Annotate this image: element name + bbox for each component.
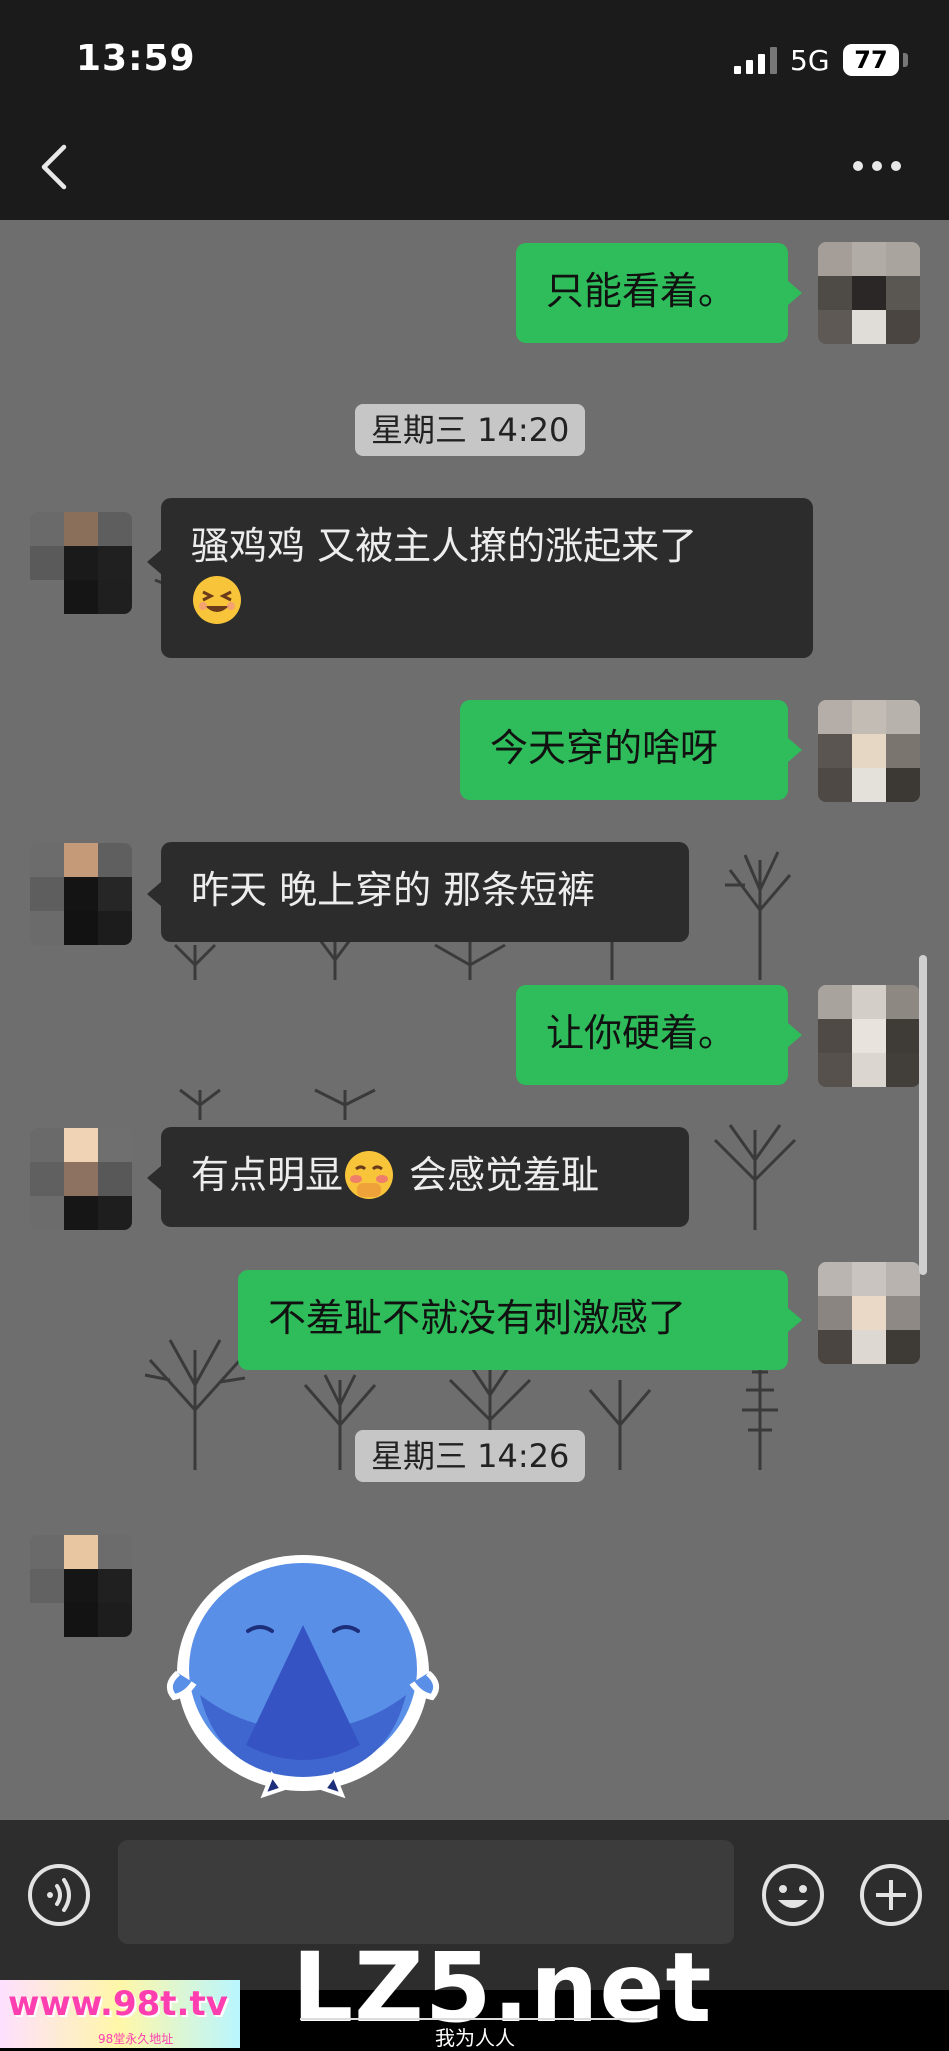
status-bar: 13:59 5G 77 bbox=[0, 0, 949, 110]
blue-round-character-sticker[interactable] bbox=[160, 1545, 446, 1805]
message-text: 骚鸡鸡 又被主人撩的涨起来了 bbox=[191, 524, 698, 568]
bubble-tail bbox=[788, 281, 802, 305]
chat-area[interactable]: 只能看着。 星期三 14:20 骚鸡鸡 又被主人撩的涨起来了 今天穿的啥呀 昨天… bbox=[0, 220, 949, 1820]
contact-avatar[interactable] bbox=[30, 843, 132, 945]
smiley-icon[interactable] bbox=[760, 1862, 826, 1928]
plus-icon[interactable] bbox=[858, 1862, 924, 1928]
bubble-tail bbox=[788, 1308, 802, 1332]
bubble-tail bbox=[147, 882, 161, 906]
message-text-after: 会感觉羞耻 bbox=[409, 1153, 600, 1197]
bubble-tail bbox=[788, 738, 802, 762]
message-text: 有点明显 bbox=[191, 1153, 344, 1197]
watermark-left-subtext: 98堂永久地址 bbox=[98, 2032, 174, 2046]
voice-icon[interactable] bbox=[26, 1862, 92, 1928]
watermark-sub: 我为人人 bbox=[300, 2018, 650, 2051]
bubble-tail bbox=[147, 550, 161, 574]
chevron-left-icon[interactable] bbox=[36, 142, 76, 192]
watermark-left-text: www.98t.tv bbox=[8, 1984, 228, 2024]
message-text: 今天穿的啥呀 bbox=[490, 726, 719, 770]
message-text: 昨天 晚上穿的 那条短裤 bbox=[191, 868, 596, 912]
grinning-squint-face-icon bbox=[193, 575, 241, 624]
message-bubble-outgoing[interactable]: 让你硬着。 bbox=[516, 985, 788, 1085]
message-text: 让你硬着。 bbox=[546, 1011, 737, 1055]
message-input[interactable] bbox=[118, 1840, 734, 1944]
contact-avatar[interactable] bbox=[30, 1128, 132, 1230]
signal-icon bbox=[734, 46, 777, 74]
shy-face-icon bbox=[345, 1150, 394, 1199]
contact-avatar[interactable] bbox=[30, 1535, 132, 1637]
more-dots-icon[interactable] bbox=[852, 160, 902, 172]
status-time: 13:59 bbox=[76, 38, 196, 79]
timestamp: 星期三 14:26 bbox=[355, 1430, 586, 1482]
message-text: 不羞耻不就没有刺激感了 bbox=[268, 1296, 687, 1340]
watermark-left: www.98t.tv 98堂永久地址 bbox=[0, 1980, 240, 2048]
message-bubble-outgoing[interactable]: 不羞耻不就没有刺激感了 bbox=[238, 1270, 788, 1370]
bubble-tail bbox=[788, 1023, 802, 1047]
bubble-tail bbox=[147, 1166, 161, 1190]
network-type: 5G bbox=[790, 44, 830, 77]
message-bubble-incoming[interactable]: 骚鸡鸡 又被主人撩的涨起来了 bbox=[161, 498, 813, 658]
my-avatar[interactable] bbox=[818, 242, 920, 344]
battery-tip bbox=[903, 53, 908, 67]
my-avatar[interactable] bbox=[818, 985, 920, 1087]
message-bubble-incoming[interactable]: 有点明显 会感觉羞耻 bbox=[161, 1127, 689, 1227]
message-text: 只能看着。 bbox=[546, 269, 737, 313]
battery-icon: 77 bbox=[843, 44, 899, 76]
message-bubble-incoming[interactable]: 昨天 晚上穿的 那条短裤 bbox=[161, 842, 689, 942]
scrollbar[interactable] bbox=[919, 955, 927, 1275]
chat-background-trees bbox=[144, 554, 797, 1470]
chat-header bbox=[0, 110, 949, 220]
contact-avatar[interactable] bbox=[30, 512, 132, 614]
timestamp: 星期三 14:20 bbox=[355, 404, 586, 456]
message-bubble-outgoing[interactable]: 今天穿的啥呀 bbox=[460, 700, 788, 800]
my-avatar[interactable] bbox=[818, 700, 920, 802]
my-avatar[interactable] bbox=[818, 1262, 920, 1364]
message-bubble-outgoing[interactable]: 只能看着。 bbox=[516, 243, 788, 343]
